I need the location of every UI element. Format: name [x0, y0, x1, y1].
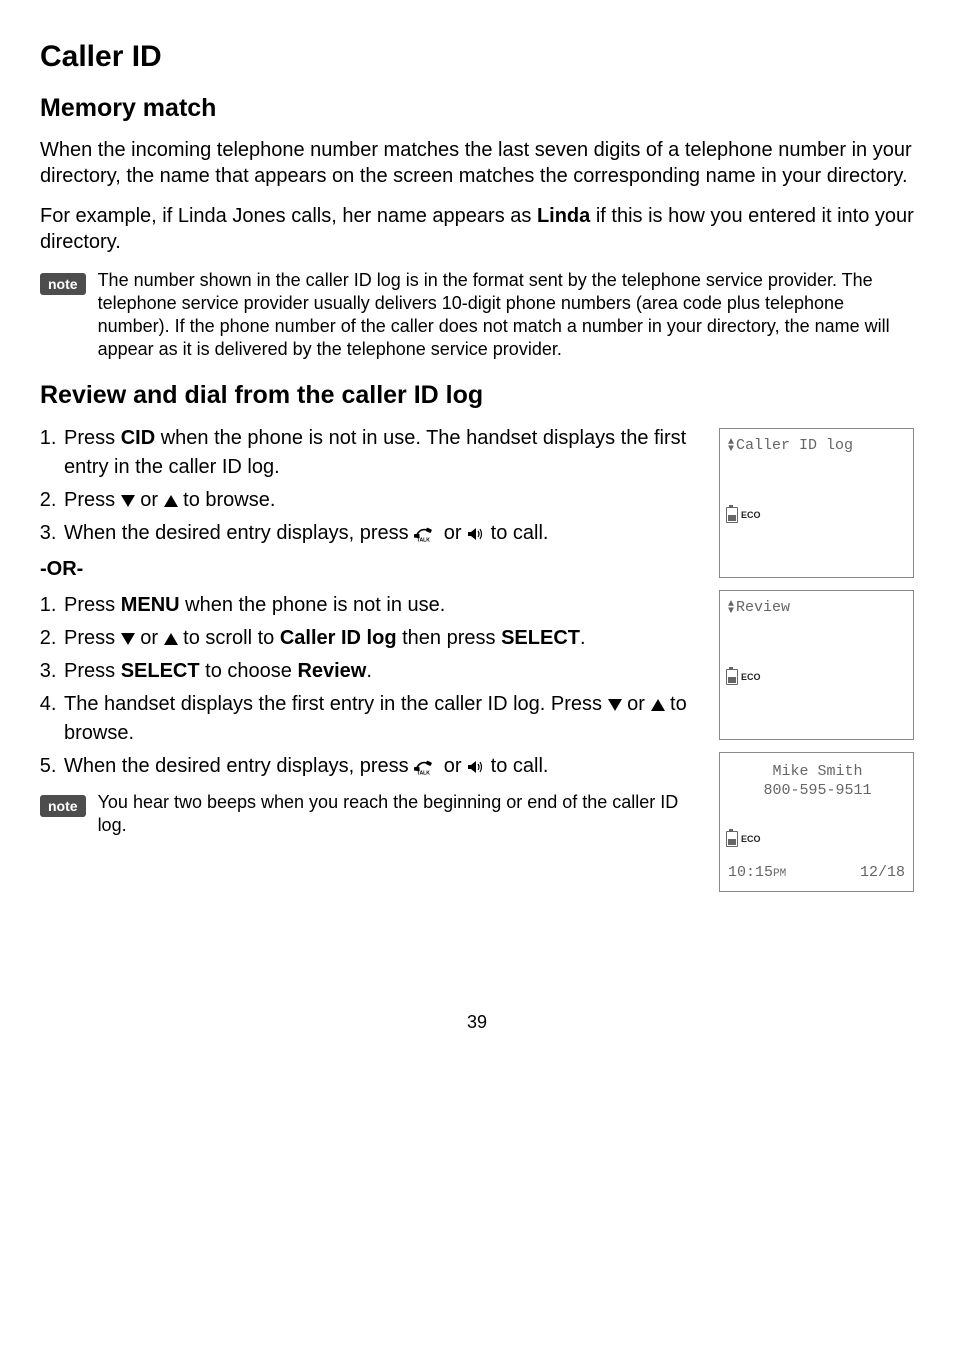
note-text: You hear two beeps when you reach the be…	[98, 791, 699, 837]
step-b-1: Press MENU when the phone is not in use.	[62, 591, 699, 620]
call-time: 10:15PM	[728, 864, 786, 881]
note-review-dial: note You hear two beeps when you reach t…	[40, 791, 699, 837]
memory-match-para1: When the incoming telephone number match…	[40, 137, 914, 189]
down-icon	[121, 495, 135, 507]
steps-list-b: Press MENU when the phone is not in use.…	[40, 591, 699, 781]
page-number: 39	[40, 1012, 914, 1033]
caller-number: 800-595-9511	[728, 782, 907, 799]
page-title: Caller ID	[40, 40, 914, 74]
note-memory-match: note The number shown in the caller ID l…	[40, 269, 914, 361]
step-b-2: Press or to scroll to Caller ID log then…	[62, 624, 699, 653]
svg-text:TALK: TALK	[417, 537, 430, 543]
memory-match-para2: For example, if Linda Jones calls, her n…	[40, 203, 914, 255]
steps-list-a: Press CID when the phone is not in use. …	[40, 424, 699, 548]
eco-label: ECO	[741, 510, 761, 520]
eco-label: ECO	[741, 672, 761, 682]
step-b-3: Press SELECT to choose Review.	[62, 657, 699, 686]
scroll-arrows-icon: ▲▼	[728, 439, 734, 453]
section-heading-memory-match: Memory match	[40, 94, 914, 123]
up-icon	[164, 495, 178, 507]
step-a-3: When the desired entry displays, press T…	[62, 519, 699, 548]
step-a-2: Press or to browse.	[62, 486, 699, 515]
eco-label: ECO	[741, 834, 761, 844]
lcd-screen-caller-id-log: ▲▼ Caller ID log ECO	[719, 428, 914, 578]
speaker-icon	[467, 527, 485, 541]
up-icon	[164, 633, 178, 645]
down-icon	[608, 699, 622, 711]
call-date: 12/18	[860, 864, 905, 881]
step-a-1: Press CID when the phone is not in use. …	[62, 424, 699, 482]
talk-icon: TALK	[414, 525, 438, 543]
scroll-arrows-icon: ▲▼	[728, 601, 734, 615]
or-separator: -OR-	[40, 558, 699, 581]
up-icon	[651, 699, 665, 711]
battery-icon	[726, 669, 738, 685]
battery-icon	[726, 507, 738, 523]
talk-icon: TALK	[414, 758, 438, 776]
step-b-5: When the desired entry displays, press T…	[62, 752, 699, 781]
down-icon	[121, 633, 135, 645]
caller-name: Mike Smith	[728, 763, 907, 780]
battery-icon	[726, 831, 738, 847]
note-badge: note	[40, 273, 86, 295]
lcd-screen-entry-detail: Mike Smith 800-595-9511 ECO 10:15PM 12/1…	[719, 752, 914, 892]
screen-title: Caller ID log	[736, 437, 853, 454]
svg-text:TALK: TALK	[417, 770, 430, 776]
note-text: The number shown in the caller ID log is…	[98, 269, 914, 361]
speaker-icon	[467, 760, 485, 774]
screen-title: Review	[736, 599, 790, 616]
note-badge: note	[40, 795, 86, 817]
section-heading-review-dial: Review and dial from the caller ID log	[40, 381, 914, 410]
step-b-4: The handset displays the first entry in …	[62, 690, 699, 748]
lcd-screen-review: ▲▼ Review ECO	[719, 590, 914, 740]
